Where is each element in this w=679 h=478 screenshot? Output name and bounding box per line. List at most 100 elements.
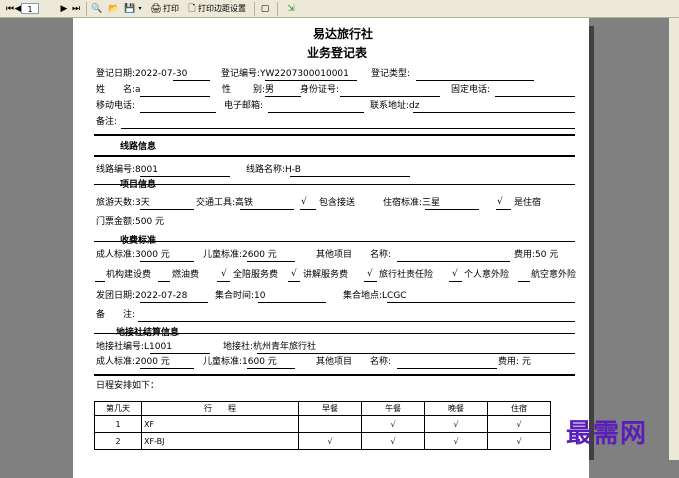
- schedule-table: 第几天 行 程 早餐 午餐 晚餐 住宿 1 XF √ √ √ 2 XF-BJ √…: [94, 401, 551, 450]
- field-underline: [140, 261, 194, 262]
- cell-lunch: √: [361, 432, 425, 450]
- svc-build-fee: 机构建设费: [106, 270, 152, 280]
- gender-value: 别:男: [253, 85, 275, 95]
- child-standard: 儿童标准:2600 元: [203, 250, 277, 260]
- ground-other-item: 其他项目: [316, 357, 353, 367]
- print-margin-button[interactable]: 打印边距设置: [198, 2, 246, 16]
- section-fee-standard: 收费标准: [120, 236, 157, 246]
- field-underline: [258, 302, 326, 303]
- cell-dinner: √: [424, 415, 488, 433]
- checkbox-line: [518, 281, 530, 282]
- other-item-fee: 费用:50 元: [514, 250, 559, 260]
- watermark-logo: 最需网: [566, 419, 648, 449]
- field-underline: [416, 80, 534, 81]
- field-underline: [495, 96, 575, 97]
- gather-place: 集合地点:LCGC: [343, 291, 407, 301]
- field-underline: [265, 96, 301, 97]
- reg-date: 登记日期:2022-07-30: [96, 69, 188, 79]
- svc-air-insurance: 航空意外险: [531, 270, 577, 280]
- field-underline: [138, 321, 575, 322]
- exit-icon[interactable]: ⇲: [285, 3, 297, 15]
- other-item-name: 名称:: [370, 250, 392, 260]
- field-underline: [121, 128, 575, 129]
- route-number: 线路编号:8001: [96, 165, 158, 175]
- print-button-label[interactable]: 打印: [163, 2, 179, 16]
- field-underline: [413, 112, 575, 113]
- field-underline: [425, 209, 479, 210]
- page-number-input[interactable]: 1: [21, 3, 39, 14]
- checkbox-line: [95, 281, 105, 282]
- section-divider: [94, 155, 575, 157]
- cell-dinner: √: [424, 432, 488, 450]
- field-underline: [340, 96, 440, 97]
- checkbox-line: [300, 209, 316, 210]
- field-underline: [140, 176, 230, 177]
- checkbox-line: [364, 281, 377, 282]
- field-underline: [290, 176, 410, 177]
- lodging-standard: 住宿标准:三星: [383, 198, 441, 208]
- ground-child-standard: 儿童标准:1600 元: [203, 357, 277, 367]
- name-field: 姓 名:a: [96, 85, 141, 95]
- cell-day: 2: [94, 432, 142, 450]
- mobile-phone: 移动电话:: [96, 101, 136, 111]
- save-dropdown-icon[interactable]: ▾: [134, 3, 146, 15]
- ground-agency-name: 地接社:杭州青年旅行社: [223, 342, 317, 352]
- window-icon[interactable]: ▢: [259, 3, 271, 15]
- ground-agency-number: 地接社编号:L1001: [96, 342, 172, 352]
- cell-lodging: √: [487, 432, 551, 450]
- col-header-dinner: 晚餐: [424, 401, 488, 416]
- checkbox-line: [158, 281, 170, 282]
- svc-guide-check: √: [291, 269, 297, 279]
- checkbox-line: [217, 281, 230, 282]
- svc-all-check: √: [221, 269, 227, 279]
- cell-route: XF: [141, 415, 299, 433]
- cell-lunch: √: [361, 415, 425, 433]
- checkbox-line: [449, 281, 462, 282]
- adult-standard: 成人标准:3000 元: [96, 250, 170, 260]
- field-underline: [247, 261, 295, 262]
- other-item: 其他项目: [316, 250, 353, 260]
- svc-all-guide-fee: 全陪服务费: [233, 270, 279, 280]
- svc-fuel-fee: 燃油费: [172, 270, 200, 280]
- col-header-breakfast: 早餐: [298, 401, 362, 416]
- id-number: 身份证号:: [300, 85, 340, 95]
- form-title: 业务登记表: [307, 46, 368, 60]
- section-project-info: 项目信息: [120, 180, 157, 190]
- checkbox-line: [496, 209, 511, 210]
- field-underline: [397, 368, 497, 369]
- field-underline: [387, 302, 575, 303]
- page-shadow: [589, 26, 594, 460]
- page-setup-icon[interactable]: 🗋: [186, 3, 198, 15]
- printer-icon[interactable]: 🖨: [150, 3, 162, 15]
- email: 电子邮箱:: [224, 101, 264, 111]
- toolbar-separator: [254, 2, 255, 16]
- gender-label: 性: [222, 85, 232, 95]
- table-row: 1 XF √ √ √: [94, 415, 551, 433]
- col-header-lunch: 午餐: [361, 401, 425, 416]
- field-underline: [173, 80, 210, 81]
- table-row: 2 XF-BJ √ √ √ √: [94, 432, 551, 450]
- open-folder-icon[interactable]: 📂: [108, 3, 120, 15]
- checkbox-line: [288, 281, 300, 282]
- zoom-icon[interactable]: 🔍: [91, 3, 103, 15]
- remark: 备 注:: [96, 310, 136, 320]
- svc-liability-check: √: [367, 269, 373, 279]
- section-divider: [94, 184, 575, 185]
- last-page-icon[interactable]: ⏭: [70, 3, 82, 15]
- pickup-check: √: [301, 197, 307, 207]
- reg-number: 登记编号:YW2207300010001: [221, 69, 349, 79]
- toolbar-separator: [277, 2, 278, 16]
- ticket-amount: 门票金额:500 元: [96, 217, 165, 227]
- transport: 交通工具:高铁: [196, 198, 254, 208]
- next-page-icon[interactable]: ▶: [58, 3, 70, 15]
- svc-liability-insurance: 旅行社责任险: [379, 270, 434, 280]
- section-divider: [94, 241, 575, 242]
- ground-other-fee: 费用: 元: [498, 357, 531, 367]
- tour-days: 旅游天数:3天: [96, 198, 150, 208]
- vertical-scrollbar[interactable]: [669, 18, 679, 460]
- toolbar-separator: [86, 2, 87, 16]
- field-underline: [240, 209, 294, 210]
- cell-breakfast: √: [298, 432, 362, 450]
- table-header-row: 第几天 行 程 早餐 午餐 晚餐 住宿: [94, 401, 551, 416]
- ground-other-name: 名称:: [370, 357, 392, 367]
